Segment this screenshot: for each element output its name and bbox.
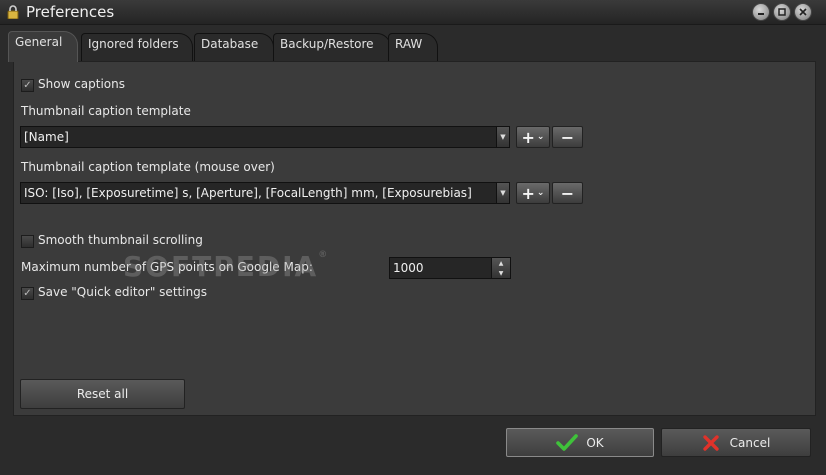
plus-icon: +: [521, 183, 535, 203]
chevron-up-icon[interactable]: ▲: [499, 260, 504, 267]
tab-label: Database: [201, 37, 259, 51]
checkmark-icon: ✓: [23, 80, 32, 91]
watermark-text: SOFTPEDIA: [123, 250, 319, 283]
cancel-button[interactable]: Cancel: [661, 428, 811, 457]
ok-label: OK: [586, 435, 604, 450]
caption-template-label: Thumbnail caption template: [21, 104, 191, 118]
caption-template-value: [Name]: [24, 130, 69, 144]
chevron-down-icon: ⌄: [536, 188, 545, 198]
lock-icon: [7, 5, 19, 19]
caption-template-mouseover-value: ISO: [Iso], [Exposuretime] s, [Aperture]…: [24, 186, 472, 200]
gps-points-spinbox[interactable]: 1000 ▲ ▼: [389, 257, 511, 279]
close-button[interactable]: [794, 3, 812, 21]
maximize-button[interactable]: [773, 3, 791, 21]
chevron-down-icon[interactable]: ▼: [496, 127, 509, 147]
tab-backup-restore[interactable]: Backup/Restore: [273, 33, 391, 61]
quick-editor-label: Save "Quick editor" settings: [38, 285, 208, 299]
minimize-button[interactable]: [752, 3, 770, 21]
tab-label: RAW: [395, 37, 423, 51]
plus-icon: +: [521, 127, 535, 147]
quick-editor-checkbox[interactable]: ✓: [21, 287, 34, 300]
minimize-icon: [758, 13, 764, 15]
tab-general[interactable]: General: [8, 31, 78, 62]
tab-database[interactable]: Database: [194, 33, 274, 61]
add-field-button[interactable]: + ⌄: [516, 126, 550, 148]
show-captions-checkbox[interactable]: ✓: [21, 79, 34, 92]
checkmark-icon: [556, 433, 579, 451]
watermark: SOFTPEDIA®: [123, 250, 329, 283]
reset-all-label: Reset all: [76, 387, 129, 401]
add-field-mouseover-button[interactable]: + ⌄: [516, 182, 550, 204]
x-icon: [702, 434, 719, 451]
remove-field-button[interactable]: −: [552, 126, 583, 148]
reset-all-button[interactable]: Reset all: [20, 379, 185, 409]
show-captions-label: Show captions: [38, 77, 125, 91]
checkmark-icon: ✓: [23, 288, 32, 299]
maximize-icon: [778, 8, 786, 16]
tab-label: Backup/Restore: [280, 37, 374, 51]
tab-bar: General Ignored folders Database Backup/…: [8, 31, 818, 62]
chevron-down-icon[interactable]: ▼: [499, 270, 504, 277]
caption-template-combo[interactable]: [Name] ▼: [20, 126, 510, 148]
smooth-scrolling-label: Smooth thumbnail scrolling: [38, 233, 203, 247]
remove-field-mouseover-button[interactable]: −: [552, 182, 583, 204]
chevron-down-icon: ⌄: [536, 132, 545, 142]
cancel-label: Cancel: [729, 435, 771, 450]
tab-label: General: [15, 35, 63, 49]
close-icon: [799, 8, 807, 16]
spin-buttons[interactable]: ▲ ▼: [491, 258, 510, 278]
tab-ignored-folders[interactable]: Ignored folders: [81, 33, 193, 61]
caption-template-mouseover-label: Thumbnail caption template (mouse over): [21, 160, 275, 174]
general-panel: ✓ Show captions Thumbnail caption templa…: [13, 61, 816, 416]
minus-icon: −: [560, 127, 575, 147]
minus-icon: −: [560, 183, 575, 203]
tab-label: Ignored folders: [88, 37, 179, 51]
chevron-down-icon[interactable]: ▼: [496, 183, 509, 203]
title-bar: Preferences: [0, 0, 826, 25]
watermark-mark: ®: [318, 250, 330, 260]
tab-raw[interactable]: RAW: [388, 33, 438, 61]
ok-button[interactable]: OK: [506, 428, 654, 457]
smooth-scrolling-checkbox[interactable]: [21, 235, 34, 248]
window-title: Preferences: [26, 3, 115, 21]
gps-points-value: 1000: [393, 261, 424, 275]
caption-template-mouseover-combo[interactable]: ISO: [Iso], [Exposuretime] s, [Aperture]…: [20, 182, 510, 204]
